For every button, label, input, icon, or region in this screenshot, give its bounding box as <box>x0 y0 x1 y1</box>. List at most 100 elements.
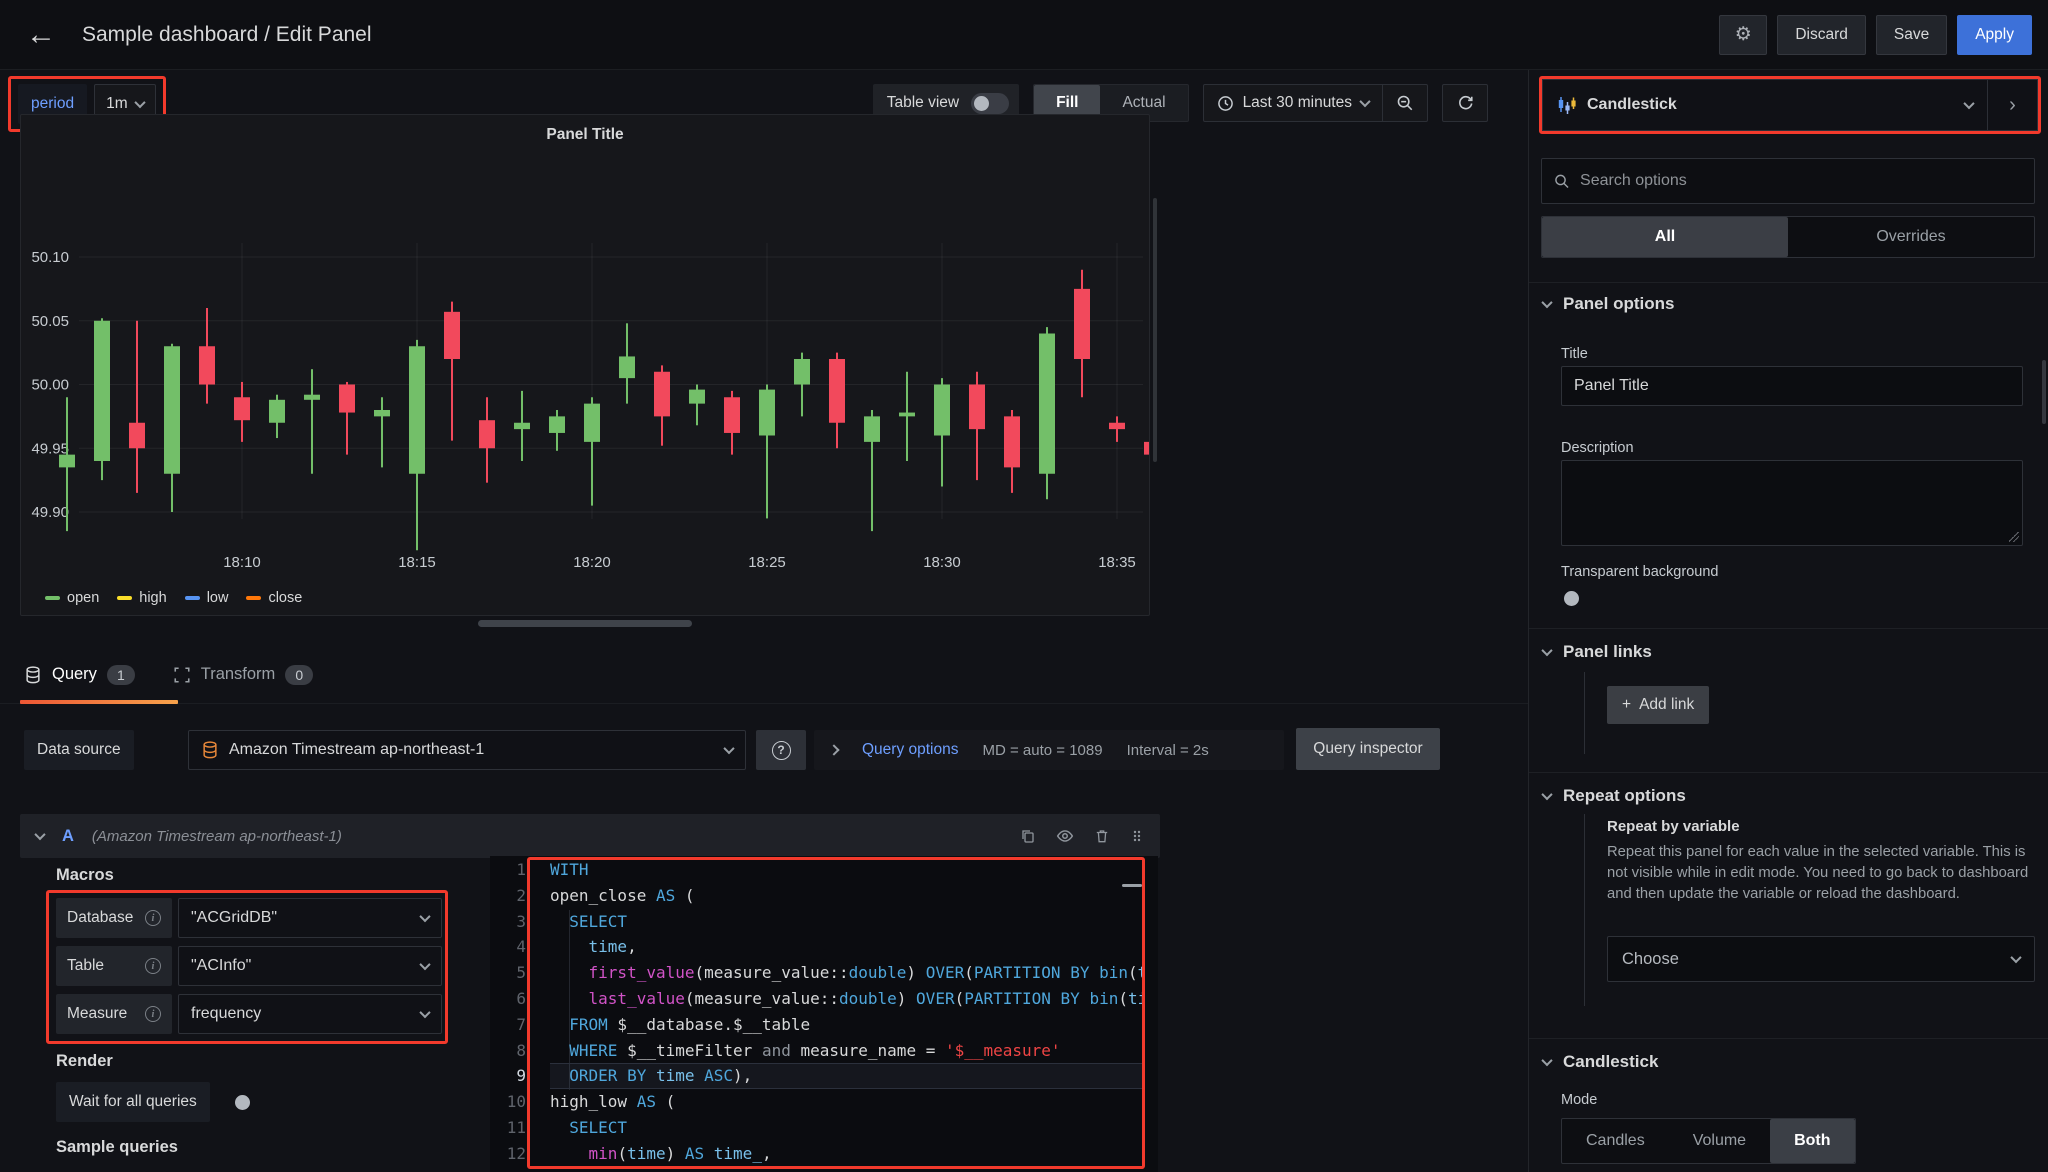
legend-label: high <box>139 590 166 606</box>
viz-picker-annotation: Candlestick › <box>1539 76 2041 134</box>
add-link-button[interactable]: + Add link <box>1607 686 1709 724</box>
section-title: Repeat options <box>1563 786 1686 806</box>
tab-overrides[interactable]: Overrides <box>1788 217 2034 257</box>
macro-label-text: Database <box>67 909 133 927</box>
viz-next-button[interactable]: › <box>1987 80 2037 130</box>
interval-value: Interval = 2s <box>1127 742 1209 759</box>
line-numbers: 123456789101112 <box>490 857 542 1167</box>
chevron-down-icon <box>1541 297 1552 308</box>
panel-options-section-header[interactable]: Panel options <box>1543 294 1674 314</box>
description-textarea[interactable] <box>1561 460 2023 546</box>
search-options-input[interactable] <box>1580 172 2022 190</box>
options-search <box>1541 158 2035 204</box>
max-datapoints-value: MD = auto = 1089 <box>983 742 1103 759</box>
candle-body <box>1074 289 1090 359</box>
x-axis-tick: 18:35 <box>1098 554 1136 571</box>
datasource-help-button[interactable]: ? <box>756 730 806 770</box>
legend-item-close[interactable]: close <box>246 590 302 606</box>
code-line: FROM $__database.$__table <box>550 1012 1144 1038</box>
visualization-picker[interactable]: Candlestick › <box>1542 79 2038 131</box>
candle-body <box>619 356 635 378</box>
section-title: Panel options <box>1563 294 1674 314</box>
collapse-chevron-icon[interactable] <box>34 829 45 840</box>
candle-body <box>164 346 180 474</box>
editor-scroll-thumb[interactable] <box>1122 884 1142 887</box>
resize-handle-icon[interactable] <box>2009 532 2019 542</box>
transform-count-badge: 0 <box>285 665 313 685</box>
candle-body <box>444 312 460 359</box>
tab-transform-label: Transform <box>201 665 276 684</box>
mode-candles[interactable]: Candles <box>1562 1119 1669 1163</box>
divider <box>1529 1038 2048 1039</box>
tab-all[interactable]: All <box>1542 217 1788 257</box>
macro-table-select[interactable]: "ACInfo" <box>178 946 442 986</box>
top-bar: ← Sample dashboard / Edit Panel ⚙ Discar… <box>0 0 2048 70</box>
preview-scrollbar[interactable] <box>1153 198 1157 462</box>
mode-both[interactable]: Both <box>1770 1119 1854 1163</box>
legend-item-high[interactable]: high <box>117 590 166 606</box>
timestream-icon <box>201 741 219 759</box>
query-row-header[interactable]: A (Amazon Timestream ap-northeast-1) <box>20 814 1160 858</box>
chevron-down-icon <box>419 911 430 922</box>
datasource-row: Data source Amazon Timestream ap-northea… <box>0 718 1528 794</box>
tab-query-label: Query <box>52 665 97 684</box>
y-axis-tick: 50.05 <box>31 313 69 330</box>
macro-database-select[interactable]: "ACGridDB" <box>178 898 442 938</box>
query-count-badge: 1 <box>107 665 135 685</box>
hide-query-eye-icon[interactable] <box>1056 827 1074 845</box>
wait-for-queries-label: Wait for all queries <box>56 1082 210 1122</box>
sidebar-scrollbar[interactable] <box>2042 360 2046 424</box>
code-line: min(time) AS time_, <box>550 1141 1144 1167</box>
table-view-toggle[interactable] <box>971 93 1009 114</box>
discard-button[interactable]: Discard <box>1777 15 1866 55</box>
candle-body <box>339 385 355 413</box>
x-axis-tick: 18:20 <box>573 554 611 571</box>
macro-database-label: Databasei <box>56 898 172 938</box>
back-arrow-icon[interactable]: ← <box>26 20 56 50</box>
sql-editor[interactable]: 123456789101112 WITHopen_close AS ( SELE… <box>490 856 1158 1172</box>
repeat-options-section-header[interactable]: Repeat options <box>1543 786 1686 806</box>
tab-query[interactable]: Query 1 <box>24 646 135 703</box>
transparent-bg-label: Transparent background <box>1561 564 1718 580</box>
query-options-link[interactable]: Query options <box>862 741 959 759</box>
candlestick-section-header[interactable]: Candlestick <box>1543 1052 1658 1072</box>
chevron-down-icon <box>1963 98 1974 109</box>
mode-volume[interactable]: Volume <box>1669 1119 1770 1163</box>
x-axis-tick: 18:10 <box>223 554 261 571</box>
duplicate-icon[interactable] <box>1020 828 1036 844</box>
sql-code[interactable]: WITHopen_close AS ( SELECT time, first_v… <box>550 857 1144 1167</box>
panel-title-input[interactable] <box>1561 366 2023 406</box>
active-tab-indicator <box>20 700 178 704</box>
header-actions: ⚙ Discard Save Apply <box>1719 15 2032 55</box>
drag-handle-icon[interactable] <box>1130 829 1144 843</box>
legend-item-open[interactable]: open <box>45 590 99 606</box>
repeat-variable-select[interactable]: Choose <box>1607 936 2035 982</box>
divider <box>1529 282 2048 283</box>
divider <box>1529 772 2048 773</box>
candlestick-chart[interactable]: 50.1050.0550.0049.9549.9018:1018:1518:20… <box>21 153 1149 577</box>
variable-value: 1m <box>106 95 128 113</box>
panel-links-section-header[interactable]: Panel links <box>1543 642 1652 662</box>
macro-table-label: Tablei <box>56 946 172 986</box>
settings-button[interactable]: ⚙ <box>1719 15 1767 55</box>
refresh-icon <box>1457 95 1474 112</box>
datasource-picker[interactable]: Amazon Timestream ap-northeast-1 <box>188 730 746 770</box>
delete-query-trash-icon[interactable] <box>1094 828 1110 844</box>
apply-button[interactable]: Apply <box>1957 15 2032 55</box>
legend-label: open <box>67 590 99 606</box>
refresh-button[interactable] <box>1442 84 1488 122</box>
code-line: first_value(measure_value::double) OVER(… <box>550 960 1144 986</box>
candle-body <box>969 385 985 430</box>
gear-icon: ⚙ <box>1735 23 1752 46</box>
save-button[interactable]: Save <box>1876 15 1947 55</box>
tab-transform[interactable]: Transform 0 <box>173 646 313 703</box>
time-range-picker[interactable]: Last 30 minutes <box>1203 84 1383 122</box>
legend-item-low[interactable]: low <box>185 590 229 606</box>
legend-label: close <box>268 590 302 606</box>
zoom-out-button[interactable] <box>1382 84 1428 122</box>
section-title: Panel links <box>1563 642 1652 662</box>
candle-body <box>59 455 75 468</box>
pane-resize-handle[interactable] <box>478 620 692 627</box>
query-inspector-button[interactable]: Query inspector <box>1296 728 1440 770</box>
macro-measure-select[interactable]: frequency <box>178 994 442 1034</box>
